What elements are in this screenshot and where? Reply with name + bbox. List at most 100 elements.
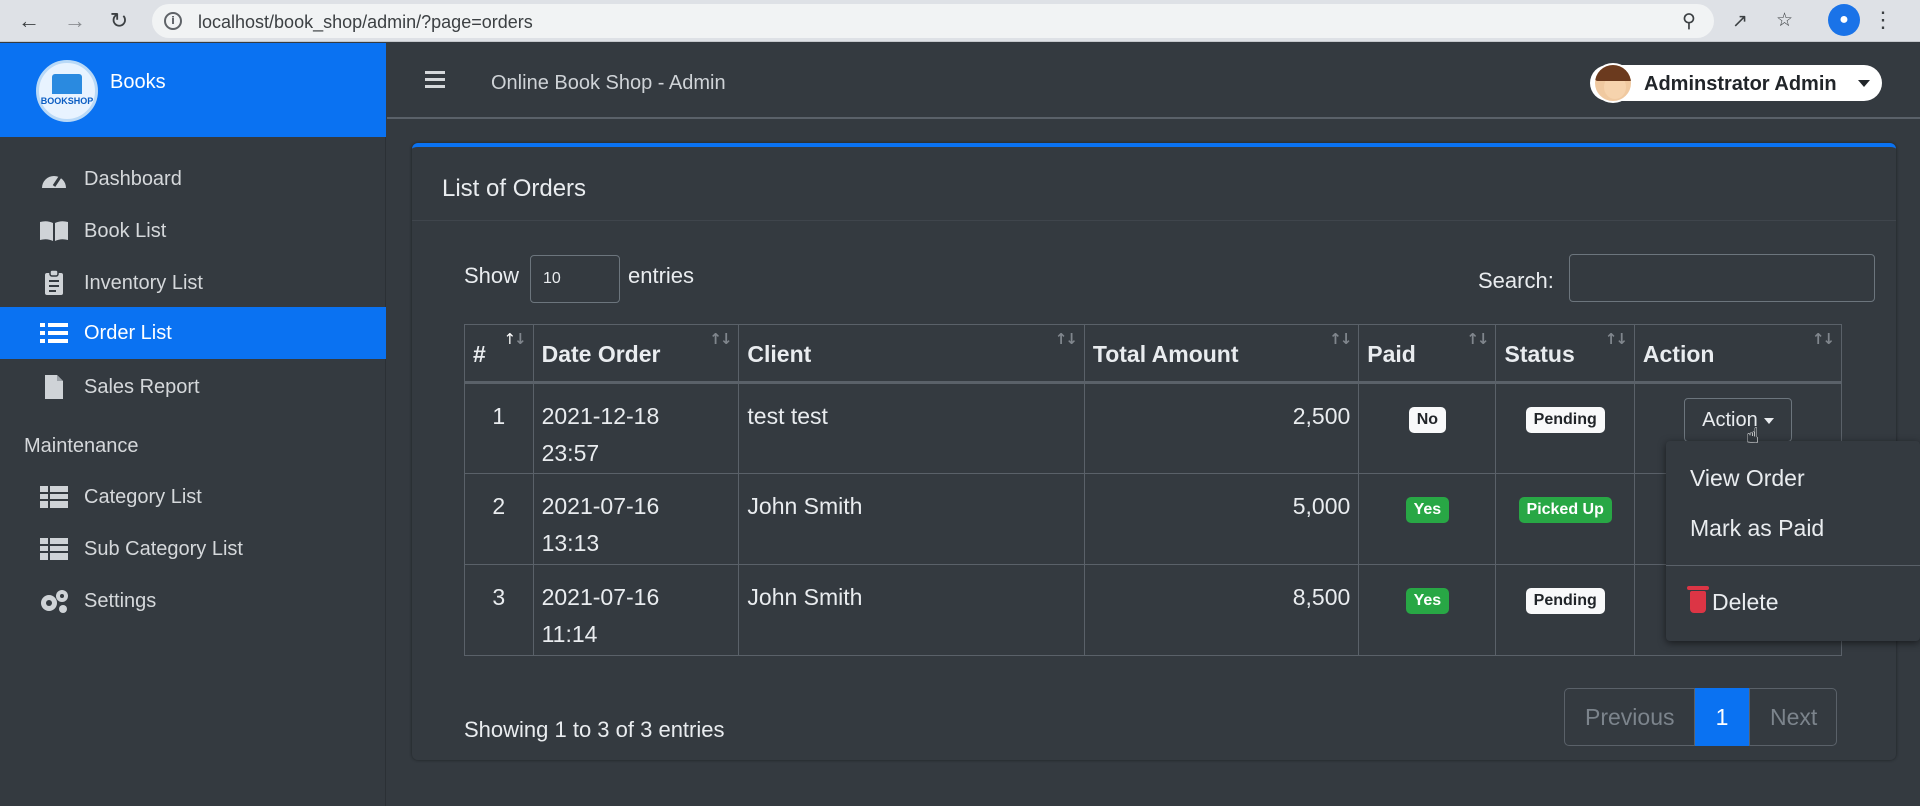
sidebar-item-dashboard[interactable]: Dashboard: [0, 153, 386, 205]
column-header-action[interactable]: Action ↑↓: [1633, 324, 1843, 384]
sidebar-item-sub-category-list[interactable]: Sub Category List: [0, 523, 386, 575]
action-dropdown-button[interactable]: Action: [1683, 398, 1792, 442]
sort-icon: ↑↓: [1329, 330, 1352, 348]
url-text: localhost/book_shop/admin/?page=orders: [198, 12, 533, 32]
sort-icon: ↑↓: [1811, 330, 1835, 348]
sidebar-item-label: Sales Report: [84, 375, 200, 398]
paid-badge: Yes: [1405, 588, 1450, 614]
cell-date-order: 2021-12-18 23:57: [532, 382, 740, 474]
delete-menu-item[interactable]: Delete: [1687, 586, 1778, 616]
zoom-icon[interactable]: ⚲: [1682, 10, 1696, 33]
cell-total-amount: 8,500: [1083, 564, 1360, 656]
table-row: 3 2021-07-16 11:14 John Smith 8,500 Yes P…: [464, 564, 1843, 656]
cell-paid: Yes: [1358, 564, 1497, 656]
caret-down-icon: [1763, 417, 1774, 424]
share-icon[interactable]: ↗: [1732, 10, 1748, 33]
bookmark-star-icon[interactable]: ☆: [1776, 9, 1793, 32]
cell-total-amount: 5,000: [1083, 473, 1360, 565]
book-icon: [38, 218, 70, 244]
table-row: 2 2021-07-16 13:13 John Smith 5,000 Yes P…: [464, 473, 1843, 565]
view-order-menu-item[interactable]: View Order: [1690, 465, 1805, 492]
top-navbar: Online Book Shop - Admin Adminstrator Ad…: [387, 43, 1920, 119]
bookshop-logo: BOOKSHOP: [36, 60, 98, 122]
orders-table: # ↑↓ Date Order ↑↓ Client ↑↓ Total Amount ↑↓…: [464, 324, 1843, 656]
page-1-button[interactable]: 1: [1695, 688, 1749, 746]
column-header-total-amount[interactable]: Total Amount ↑↓: [1083, 324, 1360, 384]
cell-client: John Smith: [738, 473, 1085, 565]
show-label: Show: [464, 263, 520, 288]
search-input[interactable]: [1569, 254, 1875, 302]
brand-link[interactable]: BOOKSHOP Books: [0, 43, 386, 137]
reload-icon[interactable]: ↻: [104, 6, 134, 36]
cell-client: test test: [738, 382, 1085, 474]
cell-client: John Smith: [738, 564, 1085, 656]
column-header-client[interactable]: Client ↑↓: [738, 324, 1085, 384]
sort-icon: ↑↓: [1054, 330, 1078, 348]
sidebar-item-inventory-list[interactable]: Inventory List: [0, 257, 386, 309]
gauge-icon: [38, 166, 70, 192]
hand-cursor-icon: ☝: [1746, 424, 1760, 449]
forward-icon[interactable]: →: [60, 6, 90, 36]
mark-as-paid-menu-item[interactable]: Mark as Paid: [1690, 515, 1824, 542]
cell-status: Pending: [1495, 382, 1635, 474]
entries-length-select[interactable]: 10: [530, 255, 620, 303]
sidebar-item-label: Inventory List: [84, 271, 203, 294]
sidebar-item-label: Settings: [84, 589, 157, 612]
table-icon: [38, 536, 70, 562]
paid-badge: Yes: [1405, 497, 1450, 523]
clipboard-icon: [38, 270, 70, 296]
sidebar-item-category-list[interactable]: Category List: [0, 471, 386, 523]
cell-date-order: 2021-07-16 13:13: [532, 473, 740, 565]
sort-asc-icon: ↑↓: [503, 330, 526, 348]
gears-icon: [38, 588, 70, 614]
cell-paid: No: [1358, 382, 1497, 474]
trash-icon: [1687, 586, 1709, 613]
file-icon: [38, 374, 70, 400]
sidebar-item-label: Category List: [84, 485, 202, 508]
table-icon: [38, 484, 70, 510]
caret-down-icon: [1858, 80, 1870, 87]
cell-status: Picked Up: [1495, 473, 1635, 565]
avatar: [1593, 63, 1633, 103]
maintenance-header: Maintenance: [24, 435, 139, 457]
sidebar-item-settings[interactable]: Settings: [0, 575, 386, 627]
search-label: Search:: [1478, 268, 1554, 293]
cell-date-order: 2021-07-16 11:14: [532, 564, 740, 656]
table-header-row: # ↑↓ Date Order ↑↓ Client ↑↓ Total Amount ↑↓…: [464, 324, 1843, 384]
sort-icon: ↑↓: [1466, 330, 1489, 348]
user-dropdown-button[interactable]: Adminstrator Admin: [1590, 63, 1882, 103]
sort-icon: ↑↓: [1604, 330, 1628, 348]
column-header-number[interactable]: # ↑↓: [464, 324, 534, 384]
hamburger-menu-icon[interactable]: [425, 71, 445, 89]
browser-menu-icon[interactable]: ⋮: [1872, 4, 1894, 36]
sidebar-item-order-list[interactable]: Order List: [0, 307, 386, 359]
column-header-date-order[interactable]: Date Order ↑↓: [532, 324, 740, 384]
cell-status: Pending: [1495, 564, 1635, 656]
column-header-status[interactable]: Status ↑↓: [1495, 324, 1635, 384]
cell-total-amount: 2,500: [1083, 382, 1360, 474]
cell-number: 1: [464, 382, 534, 474]
site-info-icon[interactable]: i: [164, 12, 182, 30]
table-row: 1 2021-12-18 23:57 test test 2,500 No Pen…: [464, 382, 1843, 474]
card-header: List of Orders: [412, 147, 1896, 221]
dropdown-divider: [1666, 565, 1920, 566]
previous-page-button[interactable]: Previous: [1564, 688, 1695, 746]
table-info: Showing 1 to 3 of 3 entries: [464, 717, 725, 742]
sidebar-item-sales-report[interactable]: Sales Report: [0, 361, 386, 413]
pagination: Previous 1 Next: [1564, 688, 1837, 746]
status-badge: Pending: [1525, 588, 1605, 614]
cell-number: 2: [464, 473, 534, 565]
address-bar[interactable]: i localhost/book_shop/admin/?page=orders…: [152, 4, 1714, 38]
column-header-paid[interactable]: Paid ↑↓: [1358, 324, 1497, 384]
paid-badge: No: [1408, 407, 1447, 433]
back-icon[interactable]: ←: [14, 6, 44, 36]
status-badge: Picked Up: [1518, 497, 1612, 523]
sidebar-item-label: Dashboard: [84, 167, 182, 190]
sidebar-item-label: Order List: [84, 321, 172, 344]
browser-toolbar: ← → ↻ i localhost/book_shop/admin/?page=…: [0, 0, 1920, 42]
sidebar-item-book-list[interactable]: Book List: [0, 205, 386, 257]
browser-profile-icon[interactable]: ●: [1828, 4, 1860, 36]
next-page-button[interactable]: Next: [1749, 688, 1837, 746]
brand-name: Books: [110, 71, 166, 93]
action-dropdown-menu: View Order Mark as Paid Delete: [1666, 441, 1920, 641]
